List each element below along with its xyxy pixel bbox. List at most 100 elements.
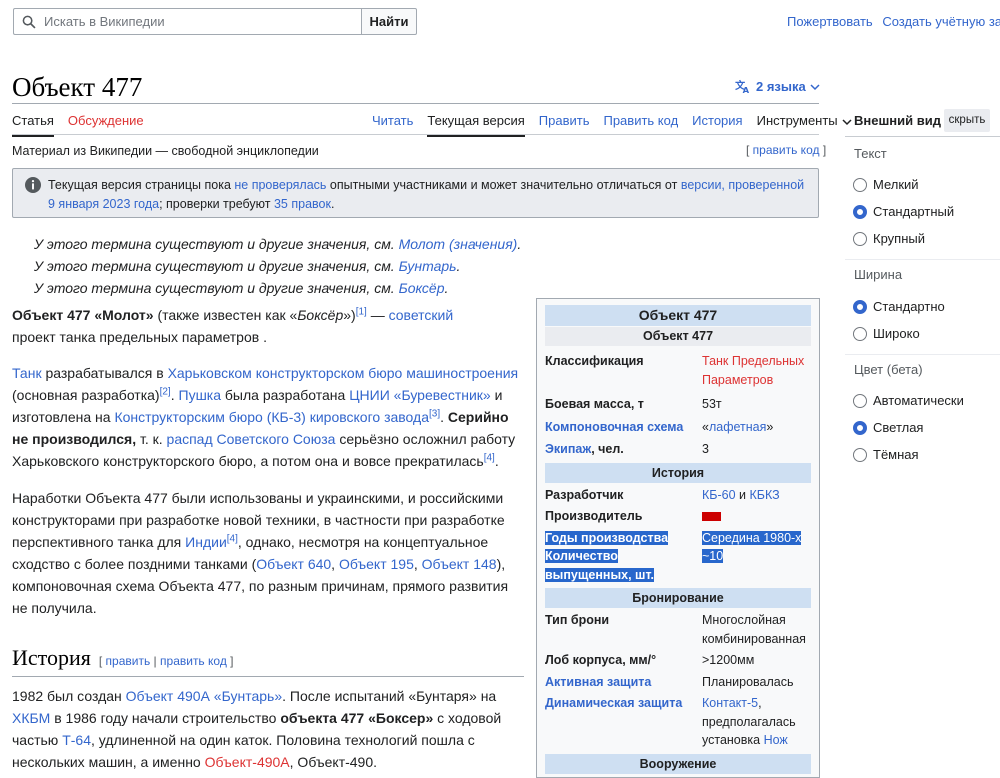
infobox-row: Лоб корпуса, мм/° >1200мм [545, 651, 811, 670]
active-protection-link[interactable]: Активная защита [545, 675, 651, 689]
object-490a-link[interactable]: Объект 490А «Бунтарь» [126, 688, 282, 704]
notice-text: ; проверки требуют [159, 197, 274, 211]
layout-value-link[interactable]: лафетная [709, 420, 766, 434]
hatnote: У этого термина существуют и другие знач… [34, 236, 522, 252]
create-account-link[interactable]: Создать учётную запис [882, 14, 1000, 29]
infobox-title: Объект 477 [545, 305, 811, 326]
radio-text-small[interactable]: Мелкий [853, 177, 919, 192]
dynamic-protection-link[interactable]: Динамическая защита [545, 696, 682, 710]
infobox-section-armor: Бронирование [545, 588, 811, 608]
reference-link[interactable]: [3] [429, 408, 440, 419]
search-button[interactable]: Найти [361, 8, 417, 35]
text: . После испытаний «Бунтаря» на [282, 688, 497, 704]
india-link[interactable]: Индии [185, 534, 227, 550]
radio-dot [853, 393, 867, 408]
crew-link[interactable]: Экипаж [545, 442, 591, 456]
radio-width-wide[interactable]: Широко [853, 326, 920, 341]
ussr-dissolution-link[interactable]: распад Советского Союза [167, 431, 336, 447]
text: (также известен как « [153, 307, 298, 323]
tabs-divider [12, 134, 819, 135]
radio-color-dark[interactable]: Тёмная [853, 447, 919, 462]
infobox-value: >1200мм [702, 653, 755, 667]
text: . [170, 387, 179, 403]
infobox-row: Экипаж, чел. 3 [545, 440, 811, 459]
section-edit-link[interactable]: править [106, 654, 151, 668]
hkbm-link[interactable]: ХКБМ [12, 710, 50, 726]
history-heading: История [ править | править код ] [12, 645, 524, 677]
radio-color-auto[interactable]: Автоматически [853, 393, 964, 408]
burevestnik-link[interactable]: ЦНИИ «Буревестник» [349, 387, 491, 403]
text: проект танка предельных параметров . [12, 329, 267, 345]
section-edit-code-link[interactable]: править код [160, 654, 227, 668]
gun-link[interactable]: Пушка [179, 387, 222, 403]
hatnote-text: У этого термина существуют и другие знач… [34, 236, 399, 252]
classification-link[interactable]: Танк Предельных Параметров [702, 354, 804, 387]
radio-text-standard[interactable]: Стандартный [853, 204, 954, 219]
kharkiv-bureau-link[interactable]: Харьковском конструкторском бюро машинос… [168, 365, 519, 381]
infobox-value: Планировалась [702, 674, 794, 689]
infobox-section-history: История [545, 462, 811, 483]
hatnote-link[interactable]: Бунтарь [399, 258, 457, 274]
reference-link[interactable]: [4] [227, 533, 238, 544]
kb3-link[interactable]: Конструкторским бюро (КБ-3) кировского з… [114, 409, 429, 425]
notice-edits-link[interactable]: 35 правок [274, 197, 331, 211]
infobox-row: Годы производства Середина 1980-х [545, 529, 811, 548]
color-label: Цвет (бета) [854, 362, 923, 377]
kontakt5-link[interactable]: Контакт-5 [702, 696, 758, 710]
svg-text:A: A [743, 85, 750, 94]
hatnote-link[interactable]: Молот (значения) [399, 236, 518, 252]
reference-link[interactable]: [1] [356, 306, 367, 317]
infobox-value: 3 [702, 442, 709, 456]
object-640-link[interactable]: Объект 640 [256, 556, 331, 572]
infobox-key: Классификация [545, 354, 644, 368]
object-148-link[interactable]: Объект 148 [422, 556, 497, 572]
text: была разработана [221, 387, 350, 403]
kb60-link[interactable]: КБ-60 [702, 488, 736, 502]
language-button[interactable]: 文 A 2 языка [735, 79, 820, 94]
radio-dot [853, 299, 867, 314]
soviet-link[interactable]: советский [389, 307, 454, 323]
infobox-key: выпущенных, шт. [545, 567, 654, 582]
infobox-key: Производитель [545, 509, 643, 523]
tank-link[interactable]: Танк [12, 365, 42, 381]
hide-button[interactable]: скрыть [944, 109, 990, 132]
radio-color-light[interactable]: Светлая [853, 420, 923, 435]
radio-label: Тёмная [873, 447, 919, 462]
radio-label: Стандартный [873, 204, 955, 219]
object-490a-redlink[interactable]: Объект-490А [205, 754, 290, 770]
t64-link[interactable]: Т-64 [62, 732, 91, 748]
infobox-subtitle: Объект 477 [545, 327, 811, 346]
infobox-key: Боевая масса, т [545, 397, 644, 411]
layout-key-link[interactable]: Компоновочная схема [545, 420, 683, 434]
donate-link[interactable]: Пожертвовать [787, 14, 873, 29]
radio-dot [853, 177, 867, 192]
search-box[interactable] [13, 8, 362, 35]
text: , [331, 556, 339, 572]
infobox-row: Боевая масса, т 53т [545, 395, 811, 414]
radio-width-standard[interactable]: Стандартно [853, 299, 945, 314]
notice-unchecked-link[interactable]: не проверялась [234, 178, 326, 192]
radio-text-large[interactable]: Крупный [853, 231, 925, 246]
nozh-link[interactable]: Нож [764, 733, 788, 747]
edit-code-link[interactable]: править код [753, 143, 820, 157]
edit-code-section: [ править код ] [746, 143, 827, 157]
hatnote-link[interactable]: Боксёр [399, 280, 445, 296]
text: — [366, 307, 389, 323]
infobox-key: Количество [545, 549, 618, 563]
object-195-link[interactable]: Объект 195 [339, 556, 414, 572]
infobox-row: Разработчик КБ-60 и КБКЗ [545, 486, 811, 505]
infobox-key: Разработчик [545, 487, 624, 502]
notice-text: . [330, 197, 335, 211]
text: 1982 был создан [12, 688, 126, 704]
infobox-row: Классификация Танк Предельных Параметров [545, 352, 811, 389]
reference-link[interactable]: [4] [484, 452, 495, 463]
text-size-label: Текст [854, 146, 887, 161]
text: разрабатывался в [41, 365, 168, 381]
text: « [702, 419, 709, 434]
development-paragraph: Танк разрабатывался в Харьковском констр… [12, 362, 524, 472]
text: , Объект-490. [289, 754, 378, 770]
text: ») [343, 307, 356, 323]
reference-link[interactable]: [2] [160, 386, 171, 397]
search-input[interactable] [42, 13, 342, 30]
kbkz-link[interactable]: КБКЗ [750, 488, 780, 502]
